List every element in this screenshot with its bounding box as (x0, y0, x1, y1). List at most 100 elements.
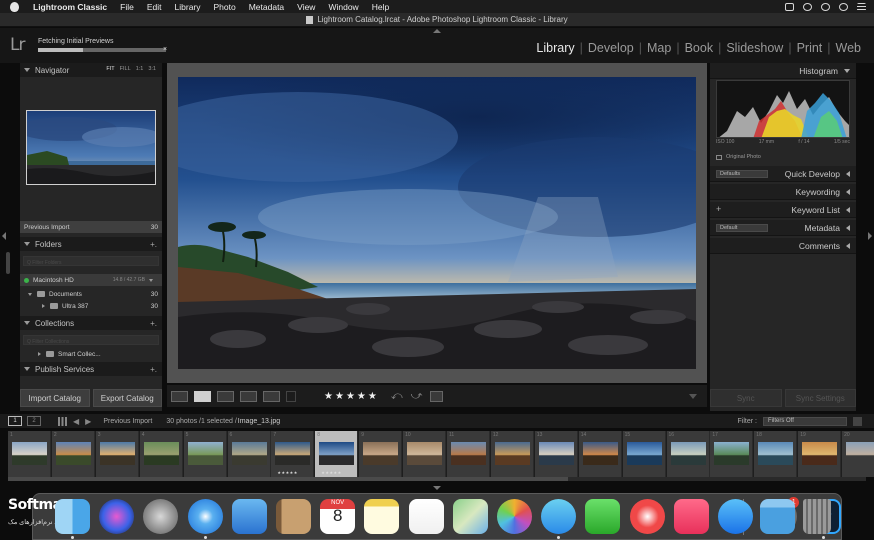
module-library[interactable]: Library (531, 41, 579, 55)
airplay-icon[interactable] (785, 2, 794, 11)
reminders-icon[interactable] (408, 499, 444, 534)
main-photo[interactable] (178, 77, 696, 369)
filmstrip-cell[interactable]: 2 (51, 431, 95, 477)
calendar-icon[interactable]: NOV 8 (320, 499, 356, 534)
filmstrip-thumbnail[interactable] (143, 442, 179, 465)
filmstrip-cell[interactable]: 13 (534, 431, 578, 477)
filmstrip-thumbnail[interactable] (187, 442, 223, 465)
filmstrip-thumbnail[interactable] (494, 442, 530, 465)
zoom-fill[interactable]: FILL (120, 66, 131, 72)
menu-file[interactable]: File (120, 2, 134, 12)
volume-menu-icon[interactable] (149, 278, 153, 282)
flag-icon[interactable] (286, 390, 296, 402)
add-publish-service-icon[interactable]: +. (150, 365, 157, 374)
filmstrip-cell[interactable]: 12 (490, 431, 534, 477)
rotate-left-icon[interactable]: ⤺ (391, 390, 403, 403)
apple-menu-icon[interactable] (10, 1, 19, 12)
filmstrip-thumbnail[interactable] (582, 442, 618, 465)
menu-window[interactable]: Window (328, 2, 358, 12)
filter-lock-icon[interactable] (853, 416, 862, 426)
navigator-zoom-frame[interactable] (26, 110, 156, 185)
filmstrip-source[interactable]: Previous Import (103, 418, 152, 425)
safari-icon[interactable] (187, 499, 223, 534)
collections-filter-field[interactable]: Q Filter Collections (23, 335, 159, 345)
expand-icon[interactable] (38, 352, 41, 356)
magnifier-icon[interactable] (821, 2, 830, 11)
module-print[interactable]: Print (792, 41, 828, 55)
forward-arrow-icon[interactable]: ▶ (85, 417, 91, 426)
music-icon[interactable] (673, 499, 709, 534)
trash-icon[interactable] (803, 499, 831, 534)
folder-row[interactable]: Documents 30 (20, 288, 162, 300)
messages-icon[interactable] (541, 499, 577, 534)
survey-view-icon[interactable] (240, 390, 257, 402)
volume-row[interactable]: Macintosh HD 14.8 / 42.7 GB (20, 274, 162, 286)
menu-photo[interactable]: Photo (214, 2, 236, 12)
expand-icon[interactable] (28, 292, 32, 296)
filmstrip-thumbnail[interactable] (670, 442, 706, 465)
filmstrip-cell[interactable]: 6 (227, 431, 271, 477)
sync-button[interactable]: Sync (710, 389, 782, 407)
filmstrip-thumbnail[interactable] (12, 442, 47, 465)
quick-develop-preset[interactable]: Defaults (716, 170, 768, 178)
photos-icon[interactable] (497, 499, 532, 534)
filmstrip-cell[interactable]: 9 (359, 431, 403, 477)
add-folder-icon[interactable]: +. (150, 240, 157, 249)
collection-row[interactable]: Smart Collec... (20, 348, 162, 360)
notes-icon[interactable] (364, 499, 400, 534)
mail-icon[interactable] (231, 499, 267, 534)
comments-header[interactable]: Comments (710, 238, 856, 254)
filmstrip-thumbnail[interactable] (231, 442, 267, 465)
module-develop[interactable]: Develop (583, 41, 639, 55)
module-web[interactable]: Web (831, 41, 866, 55)
filmstrip-cell[interactable]: 16 (666, 431, 710, 477)
right-panel-toggle-icon[interactable] (868, 232, 872, 240)
navigator-header[interactable]: Navigator FIT FILL 1:1 3:1 (20, 63, 162, 77)
filmstrip-thumbnail[interactable] (363, 442, 399, 465)
filmstrip-cell[interactable]: 11 (447, 431, 490, 477)
left-panel-scrollbar[interactable] (6, 252, 10, 274)
export-catalog-button[interactable]: Export Catalog (92, 389, 162, 407)
filmstrip-thumbnail[interactable] (407, 442, 443, 465)
filmstrip-cell[interactable]: 7 ★★★★★ (271, 431, 315, 477)
menu-help[interactable]: Help (372, 2, 389, 12)
filmstrip-thumbnail[interactable] (714, 442, 750, 465)
loupe-view-icon[interactable] (194, 390, 211, 402)
siri-icon[interactable] (839, 2, 848, 11)
filmstrip-cell[interactable]: 10 (403, 431, 447, 477)
metadata-preset[interactable]: Default (716, 224, 768, 232)
module-map[interactable]: Map (642, 41, 676, 55)
folders-filter-field[interactable]: Q Filter Folders (23, 256, 159, 266)
contacts-icon[interactable] (276, 499, 311, 534)
catalog-previous-import[interactable]: Previous Import 30 (20, 221, 162, 233)
filmstrip-thumbnail[interactable] (802, 442, 838, 465)
filmstrip-scrollbar[interactable] (8, 477, 866, 481)
people-view-icon[interactable] (263, 390, 280, 402)
star-icon[interactable]: ★ (335, 391, 344, 402)
filmstrip-thumbnail[interactable] (275, 442, 311, 465)
crop-overlay-icon[interactable] (430, 390, 444, 402)
secondary-window-button[interactable]: 2 (27, 416, 41, 426)
metadata-header[interactable]: Default Metadata (710, 220, 856, 236)
siri-icon[interactable] (99, 499, 135, 534)
menu-library[interactable]: Library (175, 2, 201, 12)
filmstrip-cell[interactable]: 15 (622, 431, 666, 477)
filmstrip-cell[interactable]: 18 (754, 431, 798, 477)
histogram-header[interactable]: Histogram (710, 63, 856, 79)
star-icon[interactable]: ★ (324, 391, 333, 402)
zoom-1-1[interactable]: 1:1 (136, 66, 144, 72)
toolbar-options-icon[interactable] (689, 393, 697, 399)
filmstrip-cell[interactable]: 4 (139, 431, 183, 477)
rotate-right-icon[interactable]: ⤻ (411, 390, 423, 403)
folder-row[interactable]: Ultra 387 30 (20, 300, 162, 312)
filmstrip-thumbnail[interactable] (99, 442, 135, 465)
star-icon[interactable]: ★ (368, 391, 377, 402)
grid-view-icon[interactable] (58, 416, 67, 426)
menu-metadata[interactable]: Metadata (249, 2, 284, 12)
filmstrip-scroll-thumb[interactable] (8, 477, 568, 481)
folders-header[interactable]: Folders +. (20, 237, 162, 251)
filmstrip-thumbnail[interactable] (538, 442, 574, 465)
keyword-list-header[interactable]: + Keyword List (710, 202, 856, 218)
collections-header[interactable]: Collections +. (20, 316, 162, 330)
expand-icon[interactable] (42, 304, 45, 308)
